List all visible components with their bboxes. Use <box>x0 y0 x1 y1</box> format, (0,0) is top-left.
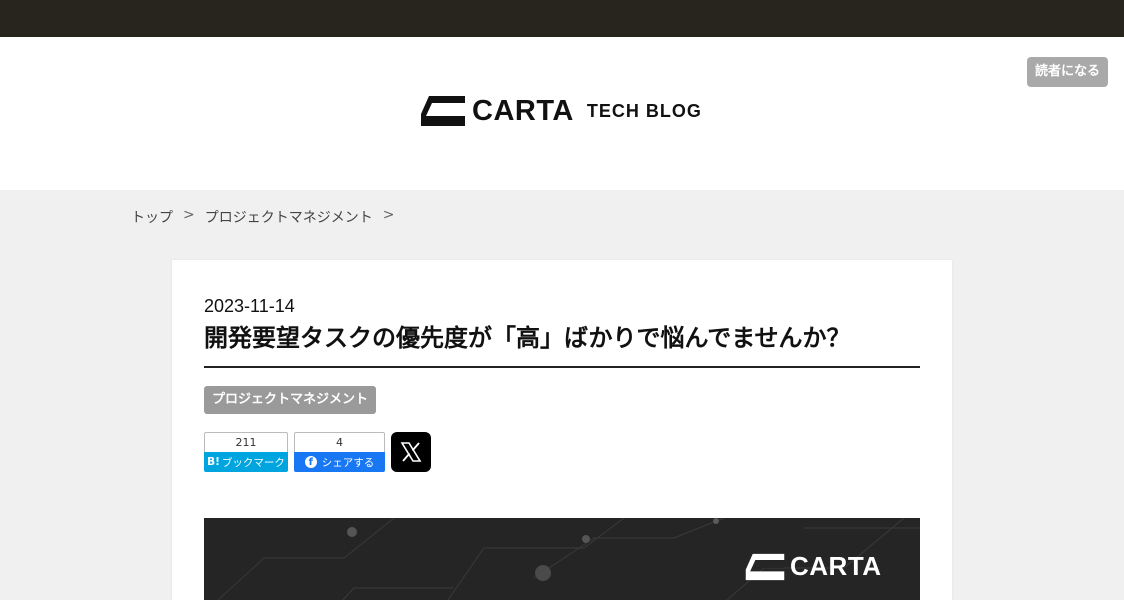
site-header: 読者になる CARTA TECH BLOG <box>0 37 1124 190</box>
article-card: 2023-11-14 開発要望タスクの優先度が「高」ばかりで悩んでませんか？ プ… <box>172 260 952 600</box>
breadcrumb-home-link[interactable]: トップ <box>131 207 173 227</box>
breadcrumb-separator: > <box>183 207 195 223</box>
breadcrumb-separator: > <box>382 207 395 223</box>
article-title[interactable]: 開発要望タスクの優先度が「高」ばかりで悩んでませんか？ <box>204 322 920 368</box>
article-date[interactable]: 2023-11-14 <box>204 296 295 317</box>
hatena-bookmark-count: 211 <box>204 432 288 452</box>
logo-wordmark: CARTA <box>472 94 574 127</box>
logo-subtitle: TECH BLOG <box>586 100 702 121</box>
facebook-share-label: f シェアする <box>294 452 385 472</box>
hero-image: CARTA <box>204 518 920 600</box>
facebook-share-count: 4 <box>294 432 385 452</box>
subscribe-button[interactable]: 読者になる <box>1026 57 1108 87</box>
share-buttons: 211 B! ブックマーク 4 f シェアする <box>204 432 431 472</box>
category-tag[interactable]: プロジェクトマネジメント <box>204 386 377 414</box>
hatena-bookmark-button[interactable]: 211 B! ブックマーク <box>204 432 288 472</box>
carta-logo-icon <box>421 96 465 126</box>
site-logo[interactable]: CARTA TECH BLOG <box>419 94 702 128</box>
hatena-b-icon: B! <box>207 456 220 468</box>
hatena-label-text: ブックマーク <box>221 456 285 469</box>
facebook-icon: f <box>304 456 317 468</box>
facebook-share-button[interactable]: 4 f シェアする <box>294 432 385 472</box>
carta-logo-icon <box>745 553 785 580</box>
facebook-label-text: シェアする <box>321 456 375 469</box>
hero-logo-wordmark: CARTA <box>790 551 882 581</box>
breadcrumb: トップ > プロジェクトマネジメント > <box>131 207 404 227</box>
top-bar <box>0 0 1124 37</box>
hatena-bookmark-label: B! ブックマーク <box>204 452 288 472</box>
x-logo-icon <box>400 442 422 462</box>
hero-carta-logo: CARTA <box>744 551 882 582</box>
x-share-button[interactable] <box>391 432 431 472</box>
breadcrumb-category-link[interactable]: プロジェクトマネジメント <box>205 207 373 227</box>
